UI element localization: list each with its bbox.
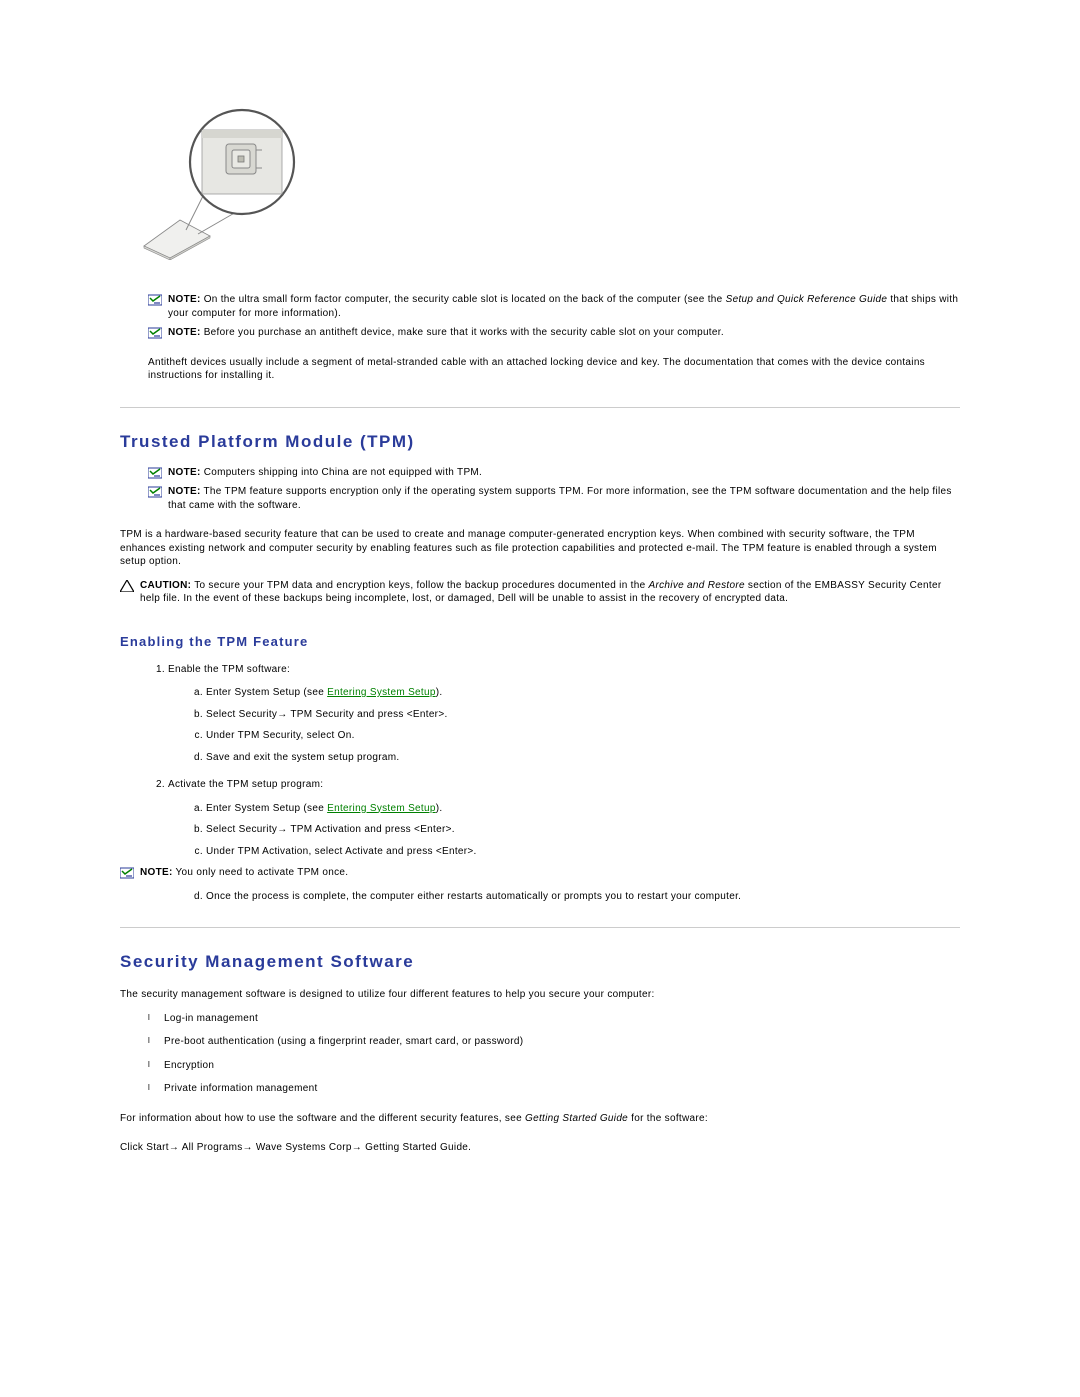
step-2-substeps: Enter System Setup (see Entering System … xyxy=(188,802,960,859)
note-encryption-support: NOTE: The TPM feature supports encryptio… xyxy=(148,485,960,512)
step-2c: Under TPM Activation, select Activate an… xyxy=(206,845,960,859)
heading-enabling-tpm: Enabling the TPM Feature xyxy=(120,634,960,649)
step-2b: Select Security→ TPM Activation and pres… xyxy=(206,823,960,837)
text: Enter System Setup (see xyxy=(206,803,327,814)
link-entering-system-setup[interactable]: Entering System Setup xyxy=(327,687,436,698)
note-label: NOTE: xyxy=(168,327,201,338)
note-text: NOTE: Computers shipping into China are … xyxy=(168,466,960,480)
note-activate-once: NOTE: You only need to activate TPM once… xyxy=(120,866,960,880)
step-1a: Enter System Setup (see Entering System … xyxy=(206,686,960,700)
text: ). xyxy=(436,803,443,814)
caution-label: CAUTION: xyxy=(140,580,191,591)
step-1-substeps: Enter System Setup (see Entering System … xyxy=(188,686,960,764)
note-label: NOTE: xyxy=(168,467,201,478)
note-label: NOTE: xyxy=(140,867,173,878)
sms-intro: The security management software is desi… xyxy=(120,988,960,1002)
italic-title: Setup and Quick Reference Guide xyxy=(726,294,888,305)
text: Enter System Setup (see xyxy=(206,687,327,698)
link-entering-system-setup[interactable]: Entering System Setup xyxy=(327,803,436,814)
antitheft-paragraph: Antitheft devices usually include a segm… xyxy=(148,356,960,383)
note-icon xyxy=(148,467,162,479)
step-1d: Save and exit the system setup program. xyxy=(206,751,960,765)
sms-info: For information about how to use the sof… xyxy=(120,1112,960,1126)
note-text: NOTE: Before you purchase an antitheft d… xyxy=(168,326,960,340)
step-2d: Once the process is complete, the comput… xyxy=(206,890,960,904)
enable-tpm-steps: Enable the TPM software: Enter System Se… xyxy=(150,663,960,859)
step-2a: Enter System Setup (see Entering System … xyxy=(206,802,960,816)
text: To secure your TPM data and encryption k… xyxy=(191,580,648,591)
note-label: NOTE: xyxy=(168,294,201,305)
document-page: NOTE: On the ultra small form factor com… xyxy=(0,0,1080,1397)
step-2-substeps-continued: Once the process is complete, the comput… xyxy=(188,890,960,904)
list-item: Encryption xyxy=(142,1059,960,1073)
text: You only need to activate TPM once. xyxy=(173,867,349,878)
note-icon xyxy=(148,486,162,498)
step-intro: Activate the TPM setup program: xyxy=(168,779,323,790)
caution-icon xyxy=(120,580,134,592)
step-intro: Enable the TPM software: xyxy=(168,664,290,675)
step-1b: Select Security→ TPM Security and press … xyxy=(206,708,960,722)
step-2: Activate the TPM setup program: Enter Sy… xyxy=(168,778,960,858)
step-1: Enable the TPM software: Enter System Se… xyxy=(168,663,960,765)
text: Before you purchase an antitheft device,… xyxy=(201,327,724,338)
text: for the software: xyxy=(628,1113,708,1124)
text: On the ultra small form factor computer,… xyxy=(201,294,726,305)
divider xyxy=(120,927,960,928)
sms-features-list: Log-in management Pre-boot authenticatio… xyxy=(142,1012,960,1096)
note-text: NOTE: On the ultra small form factor com… xyxy=(168,293,960,320)
tpm-description: TPM is a hardware-based security feature… xyxy=(120,528,960,569)
list-item: Private information management xyxy=(142,1082,960,1096)
sms-path: Click Start→ All Programs→ Wave Systems … xyxy=(120,1141,960,1155)
note-china: NOTE: Computers shipping into China are … xyxy=(148,466,960,480)
italic-title: Archive and Restore xyxy=(649,580,745,591)
heading-tpm: Trusted Platform Module (TPM) xyxy=(120,432,960,452)
list-item: Log-in management xyxy=(142,1012,960,1026)
note-usff: NOTE: On the ultra small form factor com… xyxy=(148,293,960,320)
italic-title: Getting Started Guide xyxy=(525,1113,628,1124)
note-text: NOTE: You only need to activate TPM once… xyxy=(140,866,960,880)
note-label: NOTE: xyxy=(168,486,201,497)
security-slot-illustration xyxy=(140,100,960,263)
text: The TPM feature supports encryption only… xyxy=(168,486,952,511)
note-icon xyxy=(148,327,162,339)
step-1c: Under TPM Security, select On. xyxy=(206,729,960,743)
text: Computers shipping into China are not eq… xyxy=(201,467,483,478)
heading-sms: Security Management Software xyxy=(120,952,960,972)
note-text: NOTE: The TPM feature supports encryptio… xyxy=(168,485,960,512)
caution-tpm-backup: CAUTION: To secure your TPM data and enc… xyxy=(120,579,960,606)
note-icon xyxy=(148,294,162,306)
note-icon xyxy=(120,867,134,879)
text: For information about how to use the sof… xyxy=(120,1113,525,1124)
list-item: Pre-boot authentication (using a fingerp… xyxy=(142,1035,960,1049)
divider xyxy=(120,407,960,408)
text: ). xyxy=(436,687,443,698)
caution-text: CAUTION: To secure your TPM data and enc… xyxy=(140,579,960,606)
note-antitheft-device: NOTE: Before you purchase an antitheft d… xyxy=(148,326,960,340)
